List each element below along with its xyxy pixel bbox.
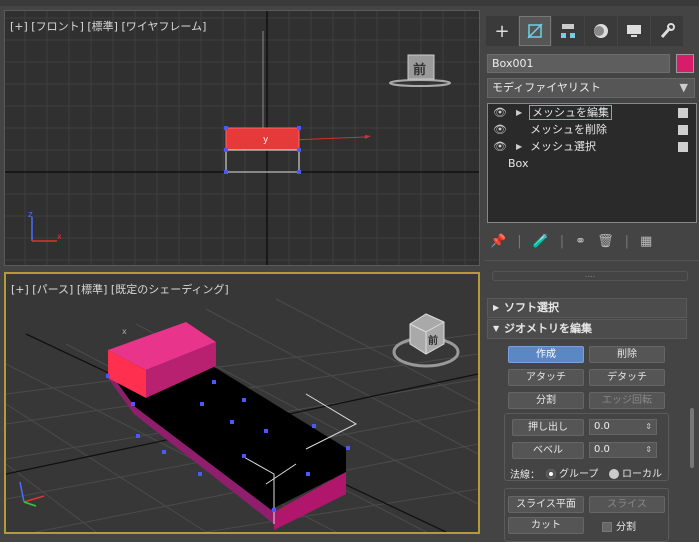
expand-arrow-icon[interactable]: ▶ — [516, 104, 522, 121]
object-color-swatch[interactable] — [676, 54, 694, 73]
separator: | — [624, 233, 629, 249]
svg-text:x: x — [122, 327, 127, 336]
checkbox-label: 分割 — [616, 522, 636, 533]
extrude-spinner[interactable]: 0.0 ⇕ — [589, 419, 657, 435]
separator: | — [559, 233, 565, 249]
slice-button[interactable]: スライス — [589, 496, 665, 513]
show-end-result-icon[interactable]: 🧪 — [533, 234, 549, 249]
eye-icon[interactable]: 👁 — [493, 138, 507, 155]
spinner-arrows-icon[interactable]: ⇕ — [645, 443, 652, 457]
app-window: [+] [フロント] [標準] [ワイヤフレーム] y z x 前 [+] [パ… — [0, 0, 699, 542]
cut-button[interactable]: カット — [508, 517, 584, 534]
top-strip — [0, 0, 699, 6]
stack-item-edit-mesh[interactable]: 👁 ▶ メッシュを編集 — [488, 104, 696, 121]
plus-icon: + — [494, 20, 510, 42]
stack-item-toggle[interactable] — [678, 108, 688, 118]
rollout-title: ジオメトリを編集 — [504, 322, 592, 335]
hierarchy-icon — [561, 24, 575, 38]
detach-button[interactable]: デタッチ — [589, 369, 665, 386]
modifier-stack[interactable]: 👁 ▶ メッシュを編集 👁 メッシュを削除 👁 ▶ メッシュ選択 Box — [487, 103, 697, 223]
extrude-button[interactable]: 押し出し — [512, 419, 584, 436]
normals-group-radio[interactable]: グループ — [546, 465, 598, 480]
delete-button[interactable]: 削除 — [589, 346, 665, 363]
svg-text:z: z — [28, 210, 33, 220]
radio-icon — [609, 469, 619, 479]
stack-item-toggle[interactable] — [678, 125, 688, 135]
split-checkbox[interactable]: 分割 — [602, 518, 636, 533]
front-axis-gizmo: z x — [28, 210, 62, 242]
stack-item-label: メッシュを削除 — [530, 123, 607, 136]
divider — [484, 260, 699, 261]
rollout-edit-geometry[interactable]: ▼ ジオメトリを編集 — [487, 319, 687, 339]
edge-turn-button[interactable]: エッジ回転 — [589, 392, 665, 409]
motion-icon — [594, 24, 608, 38]
wrench-icon — [660, 23, 675, 38]
monitor-icon — [627, 25, 641, 37]
bevel-value: 0.0 — [594, 444, 610, 455]
tab-utilities[interactable] — [651, 16, 683, 46]
viewport-front-label[interactable]: [+] [フロント] [標準] [ワイヤフレーム] — [10, 18, 206, 34]
object-name-field[interactable]: Box001 — [487, 54, 670, 73]
tab-motion[interactable] — [585, 16, 617, 46]
make-unique-icon[interactable]: ⚭ — [575, 234, 586, 249]
divide-button[interactable]: 分割 — [508, 392, 584, 409]
panel-scrollbar[interactable] — [690, 408, 694, 468]
front-grid: y z x — [5, 11, 479, 265]
configure-sets-icon[interactable]: ▦ — [640, 234, 652, 249]
pin-stack-icon[interactable]: 📌 — [490, 234, 506, 249]
stack-item-label: メッシュを編集 — [529, 105, 612, 120]
viewport-front[interactable]: [+] [フロント] [標準] [ワイヤフレーム] y z x 前 — [4, 10, 480, 266]
front-box-bottom[interactable] — [225, 149, 300, 173]
panel-resize-grip[interactable]: .... — [492, 271, 688, 281]
stack-item-label: Box — [508, 157, 529, 170]
radio-selected-icon — [546, 469, 556, 479]
radio-label: ローカル — [622, 469, 662, 480]
stack-item-label: メッシュ選択 — [530, 140, 596, 153]
viewcube-perspective-label: 前 — [428, 336, 438, 347]
viewport-perspective-label[interactable]: [+] [パース] [標準] [既定のシェーディング] — [11, 281, 229, 297]
radio-label: グループ — [559, 469, 599, 480]
modify-icon — [527, 23, 543, 39]
stack-item-delete-mesh[interactable]: 👁 メッシュを削除 — [488, 121, 696, 138]
viewport-perspective[interactable]: [+] [パース] [標準] [既定のシェーディング] x 前 — [4, 272, 480, 534]
normals-local-radio[interactable]: ローカル — [609, 465, 662, 480]
expand-arrow-icon[interactable]: ▶ — [516, 138, 522, 155]
checkbox-icon — [602, 522, 612, 532]
viewcube-front-label: 前 — [413, 63, 427, 78]
collapse-arrow-icon: ▼ — [493, 324, 500, 333]
extrude-value: 0.0 — [594, 421, 610, 432]
normals-label: 法線： — [510, 470, 540, 481]
stack-item-mesh-select[interactable]: 👁 ▶ メッシュ選択 — [488, 138, 696, 155]
modifier-list-label: モディファイヤリスト — [492, 81, 601, 94]
stack-toolbar: 📌 | 🧪 | ⚭ 🗑 | ▦ — [490, 232, 690, 250]
bevel-spinner[interactable]: 0.0 ⇕ — [589, 442, 657, 458]
stack-item-box[interactable]: Box — [488, 155, 696, 172]
tab-display[interactable] — [618, 16, 650, 46]
svg-text:y: y — [263, 135, 269, 145]
create-button[interactable]: 作成 — [508, 346, 584, 363]
command-panel: + Box001 モディファイヤリスト ▼ 👁 ▶ メッシュを編集 👁 メッシュを削除 … — [484, 10, 699, 542]
tab-create[interactable]: + — [486, 16, 518, 46]
spinner-arrows-icon[interactable]: ⇕ — [645, 420, 652, 434]
bevel-button[interactable]: ベベル — [512, 442, 584, 459]
expand-arrow-icon: ▶ — [493, 303, 500, 312]
viewcube-front[interactable]: 前 — [385, 51, 455, 91]
viewcube-perspective[interactable]: 前 — [388, 304, 468, 374]
svg-text:x: x — [57, 232, 62, 241]
modifier-list-dropdown[interactable]: モディファイヤリスト ▼ — [487, 78, 695, 98]
remove-modifier-icon[interactable]: 🗑 — [597, 234, 614, 249]
tab-hierarchy[interactable] — [552, 16, 584, 46]
separator: | — [517, 233, 522, 249]
rollout-soft-select[interactable]: ▶ ソフト選択 — [487, 298, 687, 318]
command-tabs: + — [486, 16, 696, 50]
attach-button[interactable]: アタッチ — [508, 369, 584, 386]
slice-plane-button[interactable]: スライス平面 — [508, 496, 584, 513]
eye-icon[interactable]: 👁 — [493, 104, 507, 121]
stack-item-toggle[interactable] — [678, 142, 688, 152]
tab-modify[interactable] — [519, 16, 551, 46]
eye-icon[interactable]: 👁 — [493, 121, 507, 138]
rollout-title: ソフト選択 — [504, 301, 559, 314]
chevron-down-icon: ▼ — [679, 81, 688, 94]
